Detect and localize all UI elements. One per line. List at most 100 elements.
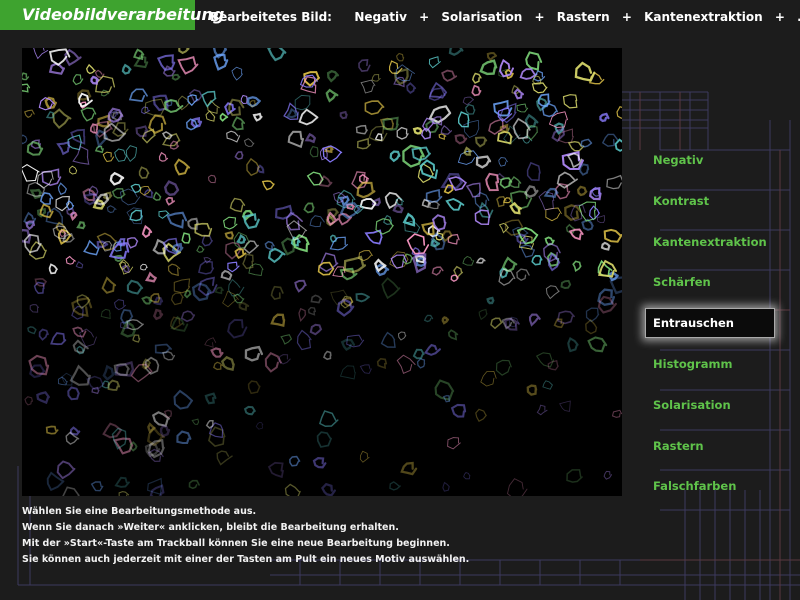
edge-contour xyxy=(475,257,486,264)
menu-item-schaerfen[interactable]: Schärfen xyxy=(645,267,775,297)
edge-contour xyxy=(101,89,110,97)
edge-contour xyxy=(227,318,248,339)
edge-contour xyxy=(404,221,421,234)
edge-contour xyxy=(304,132,316,144)
edge-contour xyxy=(359,450,370,463)
edge-contour xyxy=(296,329,312,351)
edge-contour xyxy=(144,271,157,283)
edge-contour xyxy=(499,177,513,189)
edge-contour xyxy=(52,108,72,129)
edge-contour xyxy=(463,119,480,138)
edge-contour xyxy=(294,94,311,111)
menu-item-kontrast[interactable]: Kontrast xyxy=(645,186,775,216)
edge-contour xyxy=(545,207,562,222)
edge-contour xyxy=(130,363,153,383)
edge-contour xyxy=(425,189,443,203)
edge-contour xyxy=(611,409,622,418)
edge-contour xyxy=(596,214,606,223)
edge-contour xyxy=(226,130,241,143)
edge-contour xyxy=(509,190,533,211)
edge-contour xyxy=(95,75,116,94)
edge-contour xyxy=(509,201,522,215)
edge-contour xyxy=(229,197,246,213)
edge-contour xyxy=(143,189,154,199)
edge-contour xyxy=(242,213,260,230)
edge-contour xyxy=(158,151,169,162)
instruction-line: Mit der »Start«-Taste am Trackball könne… xyxy=(22,538,450,549)
edge-contour xyxy=(210,347,224,358)
edge-contour xyxy=(326,69,340,83)
edge-contour xyxy=(356,137,371,150)
edge-contour xyxy=(450,403,467,418)
edge-contour xyxy=(224,241,242,260)
processing-pipeline: Bearbeitetes Bild: Negativ + Solarisatio… xyxy=(210,0,800,30)
edge-contour xyxy=(264,351,282,373)
edge-contour xyxy=(231,116,245,131)
edge-contour xyxy=(214,286,224,295)
edge-contour xyxy=(441,230,453,243)
edge-contour xyxy=(38,328,49,341)
edge-contour xyxy=(581,218,594,231)
edge-contour xyxy=(495,359,512,376)
edge-contour xyxy=(267,247,286,264)
menu-item-falschfarben[interactable]: Falschfarben xyxy=(645,471,775,501)
edge-contour xyxy=(39,192,54,205)
edge-contour xyxy=(323,350,332,361)
edge-contour xyxy=(224,231,234,240)
edge-contour xyxy=(165,196,176,206)
method-menu: Negativ Kontrast Kantenextraktion Schärf… xyxy=(645,145,775,512)
edge-contour xyxy=(523,185,539,198)
edge-contour xyxy=(111,187,126,199)
edge-contour xyxy=(252,112,263,122)
menu-item-kantenextraktion[interactable]: Kantenextraktion xyxy=(645,227,775,257)
edge-contour xyxy=(275,204,295,220)
edge-contour xyxy=(406,233,430,255)
edge-contour xyxy=(309,145,319,158)
edge-contour xyxy=(238,301,250,311)
edge-contour xyxy=(339,110,348,120)
edge-contour xyxy=(579,163,590,176)
edge-contour xyxy=(176,430,192,445)
menu-item-histogramm[interactable]: Histogramm xyxy=(645,349,775,379)
edge-contour xyxy=(100,308,111,319)
edge-contour xyxy=(171,73,181,81)
edge-contour xyxy=(50,332,67,346)
menu-item-rastern[interactable]: Rastern xyxy=(645,431,775,461)
edge-contour xyxy=(181,232,191,244)
pipeline-step-kantenextraktion: Kantenextraktion xyxy=(644,10,763,24)
menu-item-negativ[interactable]: Negativ xyxy=(645,145,775,175)
edge-contour xyxy=(29,364,46,379)
edge-contour xyxy=(464,103,476,115)
edge-contour xyxy=(389,481,401,491)
edge-contour xyxy=(219,112,229,122)
menu-item-solarisation[interactable]: Solarisation xyxy=(645,390,775,420)
edge-contour xyxy=(205,419,214,429)
edge-contour xyxy=(80,107,97,122)
edge-contour xyxy=(69,165,78,175)
edge-contour xyxy=(135,125,149,138)
edge-contour xyxy=(126,279,144,295)
edge-contour xyxy=(542,380,553,390)
menu-item-entrauschen[interactable]: Entrauschen xyxy=(645,308,775,339)
edge-contour xyxy=(125,145,137,162)
pipeline-step-rastern: Rastern xyxy=(556,10,610,24)
edge-contour xyxy=(560,279,572,289)
edge-contour xyxy=(216,450,233,466)
edge-contour xyxy=(45,425,59,435)
edge-contour xyxy=(188,479,200,490)
edge-contour xyxy=(287,130,304,149)
edge-contour xyxy=(174,158,191,176)
edge-contour xyxy=(526,161,541,181)
edge-contour xyxy=(428,56,441,69)
edge-contour xyxy=(56,460,76,480)
edge-contour xyxy=(126,237,139,249)
edge-contour xyxy=(132,334,141,343)
edge-contour xyxy=(75,261,84,269)
edge-contour xyxy=(310,294,323,304)
instructions-text: Wählen Sie eine Bearbeitungsmethode aus.… xyxy=(22,504,582,568)
instruction-line: Wenn Sie danach »Weiter« anklicken, blei… xyxy=(22,522,399,533)
edge-contour xyxy=(343,255,367,274)
edge-contour xyxy=(45,110,55,119)
edge-contour xyxy=(247,96,261,108)
edge-contour xyxy=(603,228,622,243)
